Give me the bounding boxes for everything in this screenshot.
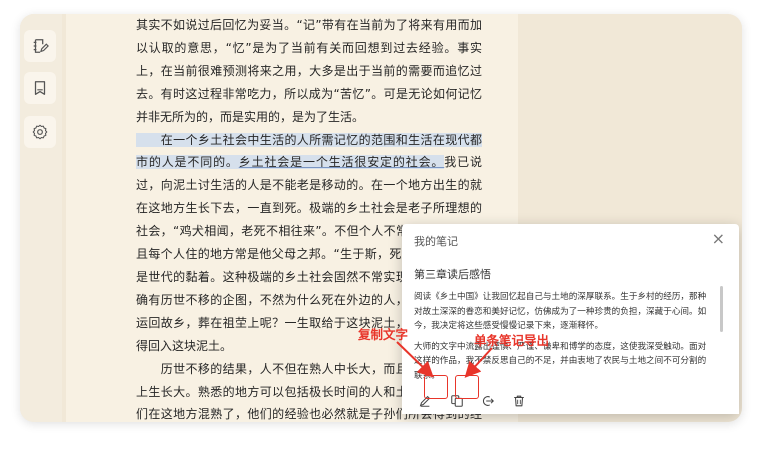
sidebar	[20, 14, 62, 422]
copy-annotation-label: 复制文字	[358, 327, 409, 342]
note-chapter-title: 第三章读后感悟	[414, 268, 491, 281]
export-annotation-label: 单条笔记导出	[474, 333, 550, 348]
note-paragraph: 阅读《乡土中国》让我回忆起自己与土地的深厚联系。生于乡村的经历，那种对故土深深的…	[414, 292, 707, 331]
book-paragraph: 其实不如说过后回忆为妥当。“记”带有在当前为了将来有用而加以认取的意思，“忆”是…	[136, 14, 482, 129]
reader-window: 其实不如说过后回忆为妥当。“记”带有在当前为了将来有用而加以认取的意思，“忆”是…	[20, 14, 742, 422]
notes-button[interactable]	[24, 30, 56, 62]
note-panel-title: 我的笔记	[414, 235, 458, 248]
export-icon	[483, 396, 494, 406]
note-scrollbar[interactable]	[720, 286, 723, 332]
export-highlight-box	[455, 375, 479, 399]
note-panel: 我的笔记 × 第三章读后感悟 阅读《乡土中国》让我回忆起自己与土地的深厚联系。生…	[402, 224, 739, 414]
export-note-button[interactable]	[479, 392, 497, 410]
bookmark-icon	[34, 81, 46, 95]
notes-edit-icon	[33, 39, 49, 53]
highlighted-text[interactable]: 乡土社会是一个生活很安定的社会。	[238, 155, 445, 170]
note-toolbar	[402, 388, 739, 414]
delete-note-button[interactable]	[510, 392, 528, 410]
settings-button[interactable]	[24, 116, 56, 148]
trash-icon	[514, 395, 524, 407]
text-segment: 其实不如说过后回忆为妥当。“记”带有在当前为了将来有用而加以认取的意思，“忆”是…	[136, 18, 482, 124]
close-icon[interactable]: ×	[712, 229, 725, 248]
copy-highlight-box	[424, 375, 448, 399]
gear-icon	[32, 124, 48, 140]
bookmark-button[interactable]	[24, 72, 56, 104]
